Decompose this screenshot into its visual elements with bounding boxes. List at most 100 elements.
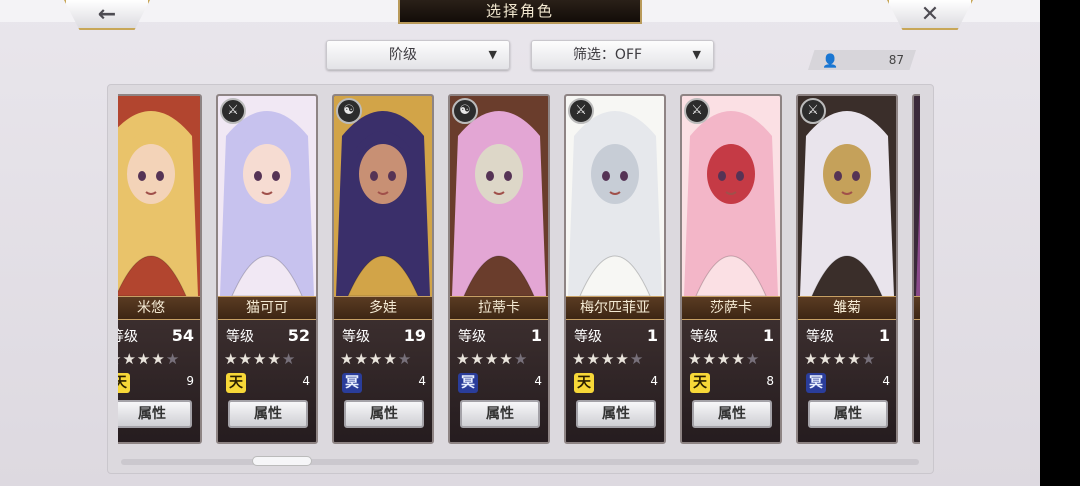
star-icon: ★ (151, 350, 166, 368)
star-rating: ★★★★★ (688, 350, 760, 368)
star-icon: ★ (252, 350, 268, 368)
character-stats: 等级 1 ★★★★★ 冥 4 属性 (450, 320, 548, 442)
attribute-button[interactable]: 属性 (228, 400, 308, 428)
star-icon: ★ (586, 350, 601, 368)
owned-count: 4 (302, 374, 310, 388)
star-rating: ★★★★★ (572, 350, 644, 368)
star-icon: ★ (397, 350, 413, 368)
chevron-down-icon: ▼ (692, 48, 701, 61)
element-type-icon: 天 (118, 373, 130, 393)
star-icon: ★ (716, 350, 732, 368)
character-card[interactable]: ⚔ 莎萨卡 等级 1 ★★★★★ 天 8 属性 (680, 94, 782, 444)
character-name: 莎萨卡 (682, 296, 780, 320)
star-icon: ★ (629, 350, 645, 368)
screen-edge (1040, 0, 1080, 486)
character-name: 多娃 (334, 296, 432, 320)
star-icon: ★ (456, 350, 471, 368)
class-badge-icon: ☯ (336, 98, 362, 124)
level-label: 等级 (806, 329, 834, 345)
back-arrow-icon: ← (97, 1, 117, 27)
scrollbar-thumb[interactable] (252, 456, 312, 466)
character-portrait (334, 96, 432, 296)
attribute-button[interactable]: 属性 (344, 400, 424, 428)
class-badge-icon: ⚔ (220, 98, 246, 124)
owned-count: 9 (186, 374, 194, 388)
level-value: 19 (403, 326, 426, 345)
star-icon: ★ (731, 350, 746, 368)
character-card[interactable]: 米悠等级 54 ★★★★★ 天 9 属性 (118, 94, 202, 444)
level-value: 1 (762, 326, 774, 345)
character-card[interactable]: ⚔ 雏菊 等级 1 ★★★★★ 冥 4 属性 (796, 94, 898, 444)
attribute-button[interactable]: 属性 (576, 400, 656, 428)
rank-sort-dropdown[interactable]: 阶级 ▼ (326, 40, 510, 70)
level-label: 等级 (574, 329, 602, 345)
star-rating: ★★★★★ (340, 350, 412, 368)
level-label: 等级 (342, 329, 370, 345)
element-type-icon: 冥 (342, 373, 362, 393)
star-icon: ★ (745, 350, 761, 368)
star-icon: ★ (615, 350, 630, 368)
character-card[interactable]: ☯ 拉蒂卡 等级 1 ★★★★★ 冥 4 属性 (448, 94, 550, 444)
page-title: 选择角色 (398, 0, 642, 24)
close-button[interactable]: ✕ (887, 0, 973, 30)
character-card[interactable] (912, 94, 920, 444)
star-icon: ★ (354, 350, 369, 368)
star-rating: ★★★★★ (456, 350, 528, 368)
person-icon: 👤 (822, 54, 839, 69)
star-rating: ★★★★★ (118, 350, 180, 368)
level-value: 1 (878, 326, 890, 345)
back-button[interactable]: ← (64, 0, 150, 30)
level-value: 1 (530, 326, 542, 345)
owned-count: 4 (650, 374, 658, 388)
star-icon: ★ (861, 350, 877, 368)
star-icon: ★ (572, 350, 587, 368)
horizontal-scrollbar[interactable] (121, 459, 919, 465)
character-portrait (798, 96, 896, 296)
star-icon: ★ (818, 350, 833, 368)
character-stats: 等级 19 ★★★★★ 冥 4 属性 (334, 320, 432, 442)
star-icon: ★ (267, 350, 282, 368)
character-portrait (118, 96, 200, 296)
owned-count: 4 (882, 374, 890, 388)
star-icon: ★ (847, 350, 862, 368)
character-stats (914, 320, 920, 442)
star-icon: ★ (702, 350, 717, 368)
attribute-button[interactable]: 属性 (692, 400, 772, 428)
star-icon: ★ (165, 350, 181, 368)
close-icon: ✕ (920, 1, 940, 27)
class-badge-icon: ⚔ (684, 98, 710, 124)
character-portrait (682, 96, 780, 296)
filter-dropdown[interactable]: 筛选：OFF ▼ (531, 40, 714, 70)
character-portrait (914, 96, 920, 296)
level-value: 54 (171, 326, 194, 345)
character-card[interactable]: ⚔ 猫可可 等级 52 ★★★★★ 天 4 属性 (216, 94, 318, 444)
character-card[interactable]: ⚔ 梅尔匹菲亚 等级 1 ★★★★★ 天 4 属性 (564, 94, 666, 444)
character-card[interactable]: ☯ 多娃等级 19 ★★★★★ 冥 4 属性 (332, 94, 434, 444)
star-icon: ★ (224, 350, 239, 368)
attribute-button[interactable]: 属性 (808, 400, 888, 428)
character-name: 拉蒂卡 (450, 296, 548, 320)
star-icon: ★ (499, 350, 514, 368)
star-icon: ★ (340, 350, 355, 368)
element-type-icon: 冥 (806, 373, 826, 393)
rank-sort-label: 阶级 (389, 47, 417, 63)
class-badge-icon: ⚔ (568, 98, 594, 124)
star-icon: ★ (122, 350, 137, 368)
character-portrait (450, 96, 548, 296)
character-portrait (566, 96, 664, 296)
star-icon: ★ (484, 350, 500, 368)
attribute-button[interactable]: 属性 (118, 400, 192, 428)
star-rating: ★★★★★ (804, 350, 876, 368)
element-type-icon: 天 (574, 373, 594, 393)
filter-label: 筛选：OFF (572, 47, 643, 63)
character-name: 梅尔匹菲亚 (566, 296, 664, 320)
character-name: 猫可可 (218, 296, 316, 320)
star-icon: ★ (368, 350, 384, 368)
star-rating: ★★★★★ (224, 350, 296, 368)
character-list: 米悠等级54★★★★★天9属性⚔猫可可等级52★★★★★天4属性☯多娃等级19★… (118, 92, 920, 448)
star-icon: ★ (281, 350, 297, 368)
attribute-button[interactable]: 属性 (460, 400, 540, 428)
level-value: 52 (287, 326, 310, 345)
owned-count: 4 (418, 374, 426, 388)
owned-count: 4 (534, 374, 542, 388)
